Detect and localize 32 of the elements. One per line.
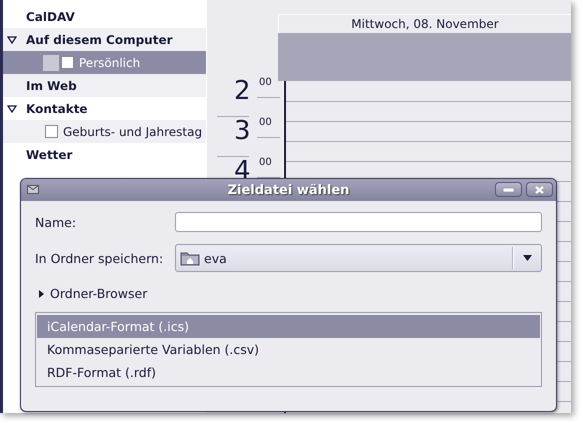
expander-icon	[39, 290, 44, 298]
format-option[interactable]: Kommaseparierte Variablen (.csv)	[37, 338, 540, 361]
group-label: Wetter	[26, 148, 72, 162]
folder-browser-expander[interactable]: Ordner-Browser	[35, 286, 148, 301]
expander-icon[interactable]	[7, 36, 17, 44]
checkbox[interactable]	[45, 125, 58, 138]
name-field[interactable]	[175, 212, 542, 232]
hour-label: 3	[234, 118, 251, 144]
day-header: Mittwoch, 08. November	[278, 14, 571, 34]
group-label: Kontakte	[26, 102, 88, 116]
expander-icon[interactable]	[7, 104, 17, 112]
name-label: Name:	[35, 214, 78, 230]
folder-label: In Ordner speichern:	[35, 250, 164, 266]
group-label: CalDAV	[26, 10, 75, 24]
home-folder-icon	[180, 250, 200, 266]
window-title: Zieldatei wählen	[228, 182, 350, 198]
minute-label: 00	[259, 118, 272, 128]
format-option[interactable]: RDF-Format (.rdf)	[37, 361, 540, 384]
checkbox[interactable]	[61, 56, 74, 69]
hour-label: 4	[234, 158, 251, 184]
folder-dropdown[interactable]: eva	[175, 244, 542, 272]
close-icon	[534, 186, 545, 194]
close-button[interactable]	[526, 182, 553, 197]
group-label: Auf diesem Computer	[26, 32, 173, 46]
hour-label: 2	[234, 78, 251, 104]
minute-label: 00	[259, 78, 272, 88]
minimize-button[interactable]	[495, 182, 522, 197]
group-label: Im Web	[26, 78, 77, 92]
calendar-item[interactable]: Geburts- und Jahrestag	[3, 120, 206, 143]
minute-label: 00	[259, 158, 272, 168]
minimize-icon	[503, 188, 514, 192]
envelope-icon	[27, 185, 39, 194]
